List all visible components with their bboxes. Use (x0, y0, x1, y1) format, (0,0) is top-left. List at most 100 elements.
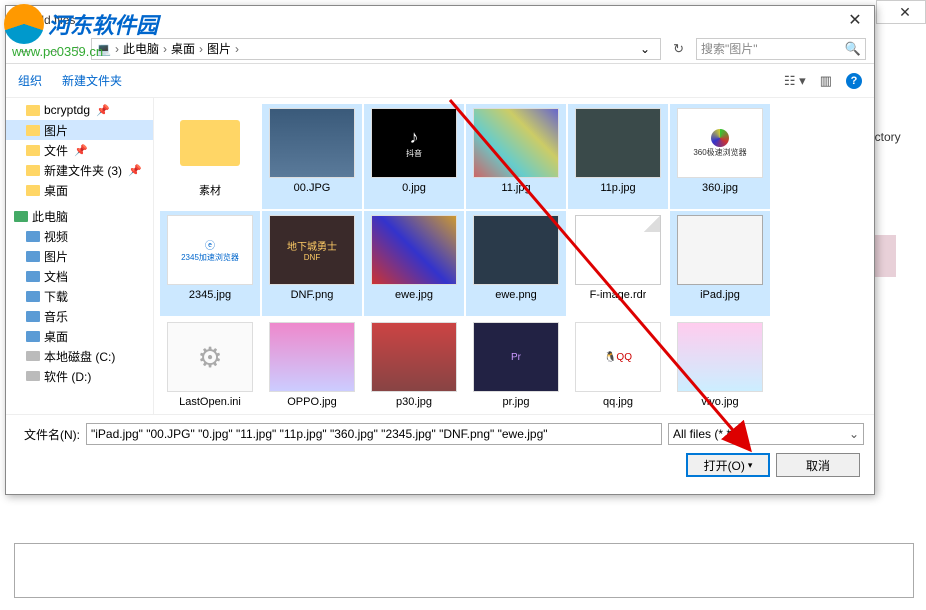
file-label: 360.jpg (702, 182, 738, 194)
open-split-icon[interactable]: ▾ (748, 460, 753, 471)
sidebar-label: 软件 (D:) (44, 368, 91, 385)
dialog-title-text: Add files (29, 13, 75, 27)
crumb-desktop[interactable]: 桌面 (171, 40, 195, 57)
file-item-LastOpen.ini[interactable]: ⚙LastOpen.ini (160, 318, 260, 414)
folder-icon (26, 165, 40, 176)
file-label: 11.jpg (501, 182, 530, 194)
crumb-dropdown-icon[interactable]: ⌄ (640, 42, 650, 56)
pin-icon: 📌 (128, 164, 142, 177)
file-label: DNF.png (291, 289, 334, 301)
image-thumb: ⓔ2345加速浏览器 (167, 215, 253, 285)
sidebar-item-7[interactable]: 图片 (6, 246, 153, 266)
file-item-iPad.jpg[interactable]: iPad.jpg (670, 211, 770, 316)
sidebar-item-13[interactable]: 软件 (D:) (6, 366, 153, 386)
sidebar-item-8[interactable]: 文档 (6, 266, 153, 286)
crumb-pictures[interactable]: 图片 (207, 40, 231, 57)
breadcrumb[interactable]: 💻 › 此电脑 › 桌面 › 图片 › ⌄ (91, 38, 661, 60)
sidebar-item-2[interactable]: 文件📌 (6, 140, 153, 160)
sidebar-item-9[interactable]: 下载 (6, 286, 153, 306)
search-input[interactable]: 搜索"图片" 🔍 (696, 38, 866, 60)
file-filter-select[interactable]: All files (*.*) ⌄ (668, 423, 864, 445)
image-thumb (575, 108, 661, 178)
folder-thumb (167, 108, 253, 178)
view-mode-button[interactable]: ☷ ▾ (784, 73, 806, 89)
sidebar-label: 下载 (44, 288, 68, 305)
file-label: ewe.png (495, 289, 537, 301)
sidebar-item-11[interactable]: 桌面 (6, 326, 153, 346)
folder-icon (26, 105, 40, 116)
file-item-11.jpg[interactable]: 11.jpg (466, 104, 566, 209)
file-item-ewe.png[interactable]: ewe.png (466, 211, 566, 316)
sidebar-item-12[interactable]: 本地磁盘 (C:) (6, 346, 153, 366)
file-item-ewe.jpg[interactable]: ewe.jpg (364, 211, 464, 316)
file-item-p30.jpg[interactable]: p30.jpg (364, 318, 464, 414)
file-label: vivo.jpg (701, 396, 738, 408)
sidebar-label: 此电脑 (32, 208, 68, 225)
cancel-button[interactable]: 取消 (776, 453, 860, 477)
sidebar-item-4[interactable]: 桌面 (6, 180, 153, 200)
image-thumb (473, 215, 559, 285)
image-thumb: ⚙ (167, 322, 253, 392)
back-icon[interactable]: ← (14, 39, 36, 59)
file-item-DNF.png[interactable]: 地下城勇士DNFDNF.png (262, 211, 362, 316)
search-icon[interactable]: 🔍 (845, 41, 861, 57)
up-icon[interactable]: ↑ (70, 39, 85, 59)
file-label: iPad.jpg (700, 289, 740, 301)
bg-bottom-panel (14, 543, 914, 598)
image-thumb: ♪抖音 (371, 108, 457, 178)
sidebar-item-0[interactable]: bcryptdg📌 (6, 100, 153, 120)
sidebar-item-10[interactable]: 音乐 (6, 306, 153, 326)
file-item-qq.jpg[interactable]: 🐧QQqq.jpg (568, 318, 668, 414)
sidebar-item-1[interactable]: 图片 (6, 120, 153, 140)
file-label: 11p.jpg (600, 182, 635, 194)
image-thumb: Pr (473, 322, 559, 392)
nav-bar: ← → ↑ 💻 › 此电脑 › 桌面 › 图片 › ⌄ ↻ 搜索"图片" 🔍 (6, 34, 874, 64)
folder-icon (26, 125, 40, 136)
filename-input[interactable] (86, 423, 662, 445)
file-item-0.jpg[interactable]: ♪抖音0.jpg (364, 104, 464, 209)
crumb-root[interactable]: 此电脑 (123, 40, 159, 57)
new-folder-button[interactable]: 新建文件夹 (62, 72, 122, 89)
file-item-OPPO.jpg[interactable]: OPPO.jpg (262, 318, 362, 414)
file-item-2345.jpg[interactable]: ⓔ2345加速浏览器2345.jpg (160, 211, 260, 316)
file-label: pr.jpg (503, 396, 530, 408)
file-item-素材[interactable]: 素材 (160, 104, 260, 209)
preview-pane-button[interactable]: ▥ (820, 73, 832, 89)
file-item-11p.jpg[interactable]: 11p.jpg (568, 104, 668, 209)
file-item-vivo.jpg[interactable]: vivo.jpg (670, 318, 770, 414)
help-icon[interactable]: ? (846, 73, 862, 89)
folder-icon (26, 371, 40, 381)
folder-icon (26, 185, 40, 196)
pin-icon: 📌 (96, 104, 110, 117)
pc-icon: 💻 (96, 42, 111, 56)
file-item-360.jpg[interactable]: 360极速浏览器360.jpg (670, 104, 770, 209)
file-item-pr.jpg[interactable]: Pr pr.jpg (466, 318, 566, 414)
doc-thumb (575, 215, 661, 285)
image-thumb: 🐧QQ (575, 322, 661, 392)
sidebar-tree[interactable]: bcryptdg📌图片文件📌新建文件夹 (3)📌桌面此电脑视频图片文档下载音乐桌… (6, 98, 154, 414)
sidebar-label: 桌面 (44, 182, 68, 199)
file-item-00.JPG[interactable]: 00.JPG (262, 104, 362, 209)
folder-icon (26, 351, 40, 361)
open-button[interactable]: 打开(O) ▾ (686, 453, 770, 477)
dialog-title: ⬚ Add files (14, 13, 75, 27)
toolbar: 组织 新建文件夹 ☷ ▾ ▥ ? (6, 64, 874, 98)
close-icon[interactable]: ✕ (840, 10, 870, 30)
sidebar-item-6[interactable]: 视频 (6, 226, 153, 246)
forward-icon[interactable]: → (42, 39, 64, 59)
organize-menu[interactable]: 组织 (18, 72, 42, 89)
chevron-down-icon: ⌄ (849, 427, 859, 441)
file-label: F-image.rdr (590, 289, 647, 301)
file-grid[interactable]: 素材 00.JPG ♪抖音0.jpg 11.jpg 11p.jpg 360极速浏览器360… (154, 98, 874, 414)
image-thumb (269, 108, 355, 178)
folder-icon (14, 211, 28, 222)
folder-icon (26, 271, 40, 282)
file-item-F-image.rdr[interactable]: F-image.rdr (568, 211, 668, 316)
sidebar-item-5[interactable]: 此电脑 (6, 206, 153, 226)
file-label: p30.jpg (396, 396, 432, 408)
sidebar-label: 本地磁盘 (C:) (44, 348, 115, 365)
file-label: 00.JPG (294, 182, 331, 194)
sidebar-item-3[interactable]: 新建文件夹 (3)📌 (6, 160, 153, 180)
refresh-icon[interactable]: ↻ (667, 39, 690, 59)
bg-close-icon[interactable]: ✕ (885, 4, 925, 21)
